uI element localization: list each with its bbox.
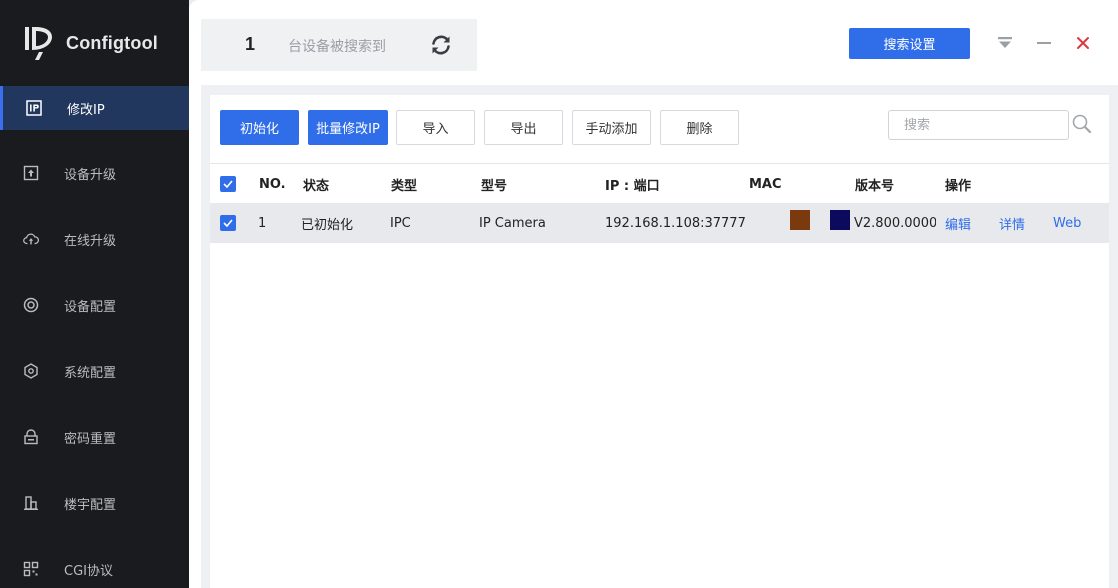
column-header-actions: 操作 [945,178,972,194]
sidebar-item-label: 设备配置 [64,299,117,315]
table-row[interactable]: 1 已初始化 IPC IP Camera 192.168.1.108:37777… [210,203,1109,243]
qr-grid-icon [23,561,39,577]
app-name: Configtool [66,32,158,53]
mac-color-block [830,210,850,230]
sidebar-item-label: 系统配置 [64,365,117,381]
cell-model: IP Camera [479,215,546,231]
app-logo: Configtool [22,24,158,62]
dropdown-menu-icon[interactable] [995,33,1015,53]
minimize-icon[interactable] [1034,33,1054,53]
row-checkbox[interactable] [220,215,236,231]
sidebar: Configtool 修改IP 设备升级 在线升级 设备配置 系统配置 密码重置… [0,0,189,588]
main-panel: 1 台设备被搜索到 搜索设置 初始化 批量修改IP 导入 导出 手动添加 删除 [189,0,1118,588]
manual-add-button[interactable]: 手动添加 [572,110,651,145]
cell-no: 1 [258,215,267,231]
import-button[interactable]: 导入 [396,110,475,145]
batch-modify-ip-button[interactable]: 批量修改IP [308,110,388,145]
sidebar-item-label: 在线升级 [64,233,117,249]
sidebar-item-device-config[interactable]: 设备配置 [0,283,189,327]
sidebar-item-label: 楼宇配置 [64,497,117,513]
upload-icon [23,165,39,181]
column-header-type: 类型 [391,178,418,194]
lock-box-icon [23,429,39,445]
sidebar-item-system-config[interactable]: 系统配置 [0,349,189,393]
sidebar-item-label: 修改IP [67,102,105,118]
sidebar-item-online-upgrade[interactable]: 在线升级 [0,217,189,261]
sidebar-item-password-reset[interactable]: 密码重置 [0,415,189,459]
cell-type: IPC [390,215,411,231]
column-header-ip-port: IP : 端口 [605,178,660,194]
target-icon [23,297,39,313]
sidebar-item-building-config[interactable]: 楼宇配置 [0,481,189,525]
details-link[interactable]: 详情 [999,203,1025,243]
ip-icon [26,100,42,116]
cell-ip-port: 192.168.1.108:37777 [605,215,746,231]
device-list-card: 初始化 批量修改IP 导入 导出 手动添加 删除 NO. 状态 类型 型号 IP… [210,95,1109,588]
logo-mark-icon [22,24,58,62]
sidebar-item-label: 设备升级 [64,167,117,183]
sidebar-item-modify-ip[interactable]: 修改IP [0,86,189,130]
search-settings-button[interactable]: 搜索设置 [849,28,970,59]
content-area: 初始化 批量修改IP 导入 导出 手动添加 删除 NO. 状态 类型 型号 IP… [201,85,1118,588]
column-header-status: 状态 [303,178,330,194]
table-header: NO. 状态 类型 型号 IP : 端口 MAC 版本号 操作 [210,163,1109,203]
sidebar-item-cgi-protocol[interactable]: CGI协议 [0,547,189,588]
export-button[interactable]: 导出 [484,110,563,145]
column-header-mac: MAC [749,176,782,192]
column-header-version: 版本号 [855,178,895,194]
search-icon[interactable] [1071,113,1093,135]
select-all-checkbox[interactable] [220,176,236,192]
sidebar-item-label: 密码重置 [64,431,117,447]
initialize-button[interactable]: 初始化 [220,110,299,145]
cloud-upload-icon [23,231,39,247]
device-count: 1 [245,34,256,54]
refresh-icon[interactable] [429,33,453,57]
sidebar-item-label: CGI协议 [64,563,113,579]
building-icon [23,495,39,511]
device-count-box: 1 台设备被搜索到 [201,19,477,71]
edit-link[interactable]: 编辑 [945,203,971,243]
mac-color-block [790,210,810,230]
cell-version: V2.800.0000... [854,215,936,231]
device-count-text: 台设备被搜索到 [288,39,386,55]
hexagon-gear-icon [23,363,39,379]
cell-status: 已初始化 [301,217,354,233]
column-header-model: 型号 [481,178,508,194]
delete-button[interactable]: 删除 [660,110,739,145]
close-icon[interactable] [1073,33,1093,53]
column-header-no: NO. [259,176,286,192]
search-input[interactable] [888,110,1069,140]
web-link[interactable]: Web [1053,203,1081,243]
sidebar-item-device-upgrade[interactable]: 设备升级 [0,151,189,195]
